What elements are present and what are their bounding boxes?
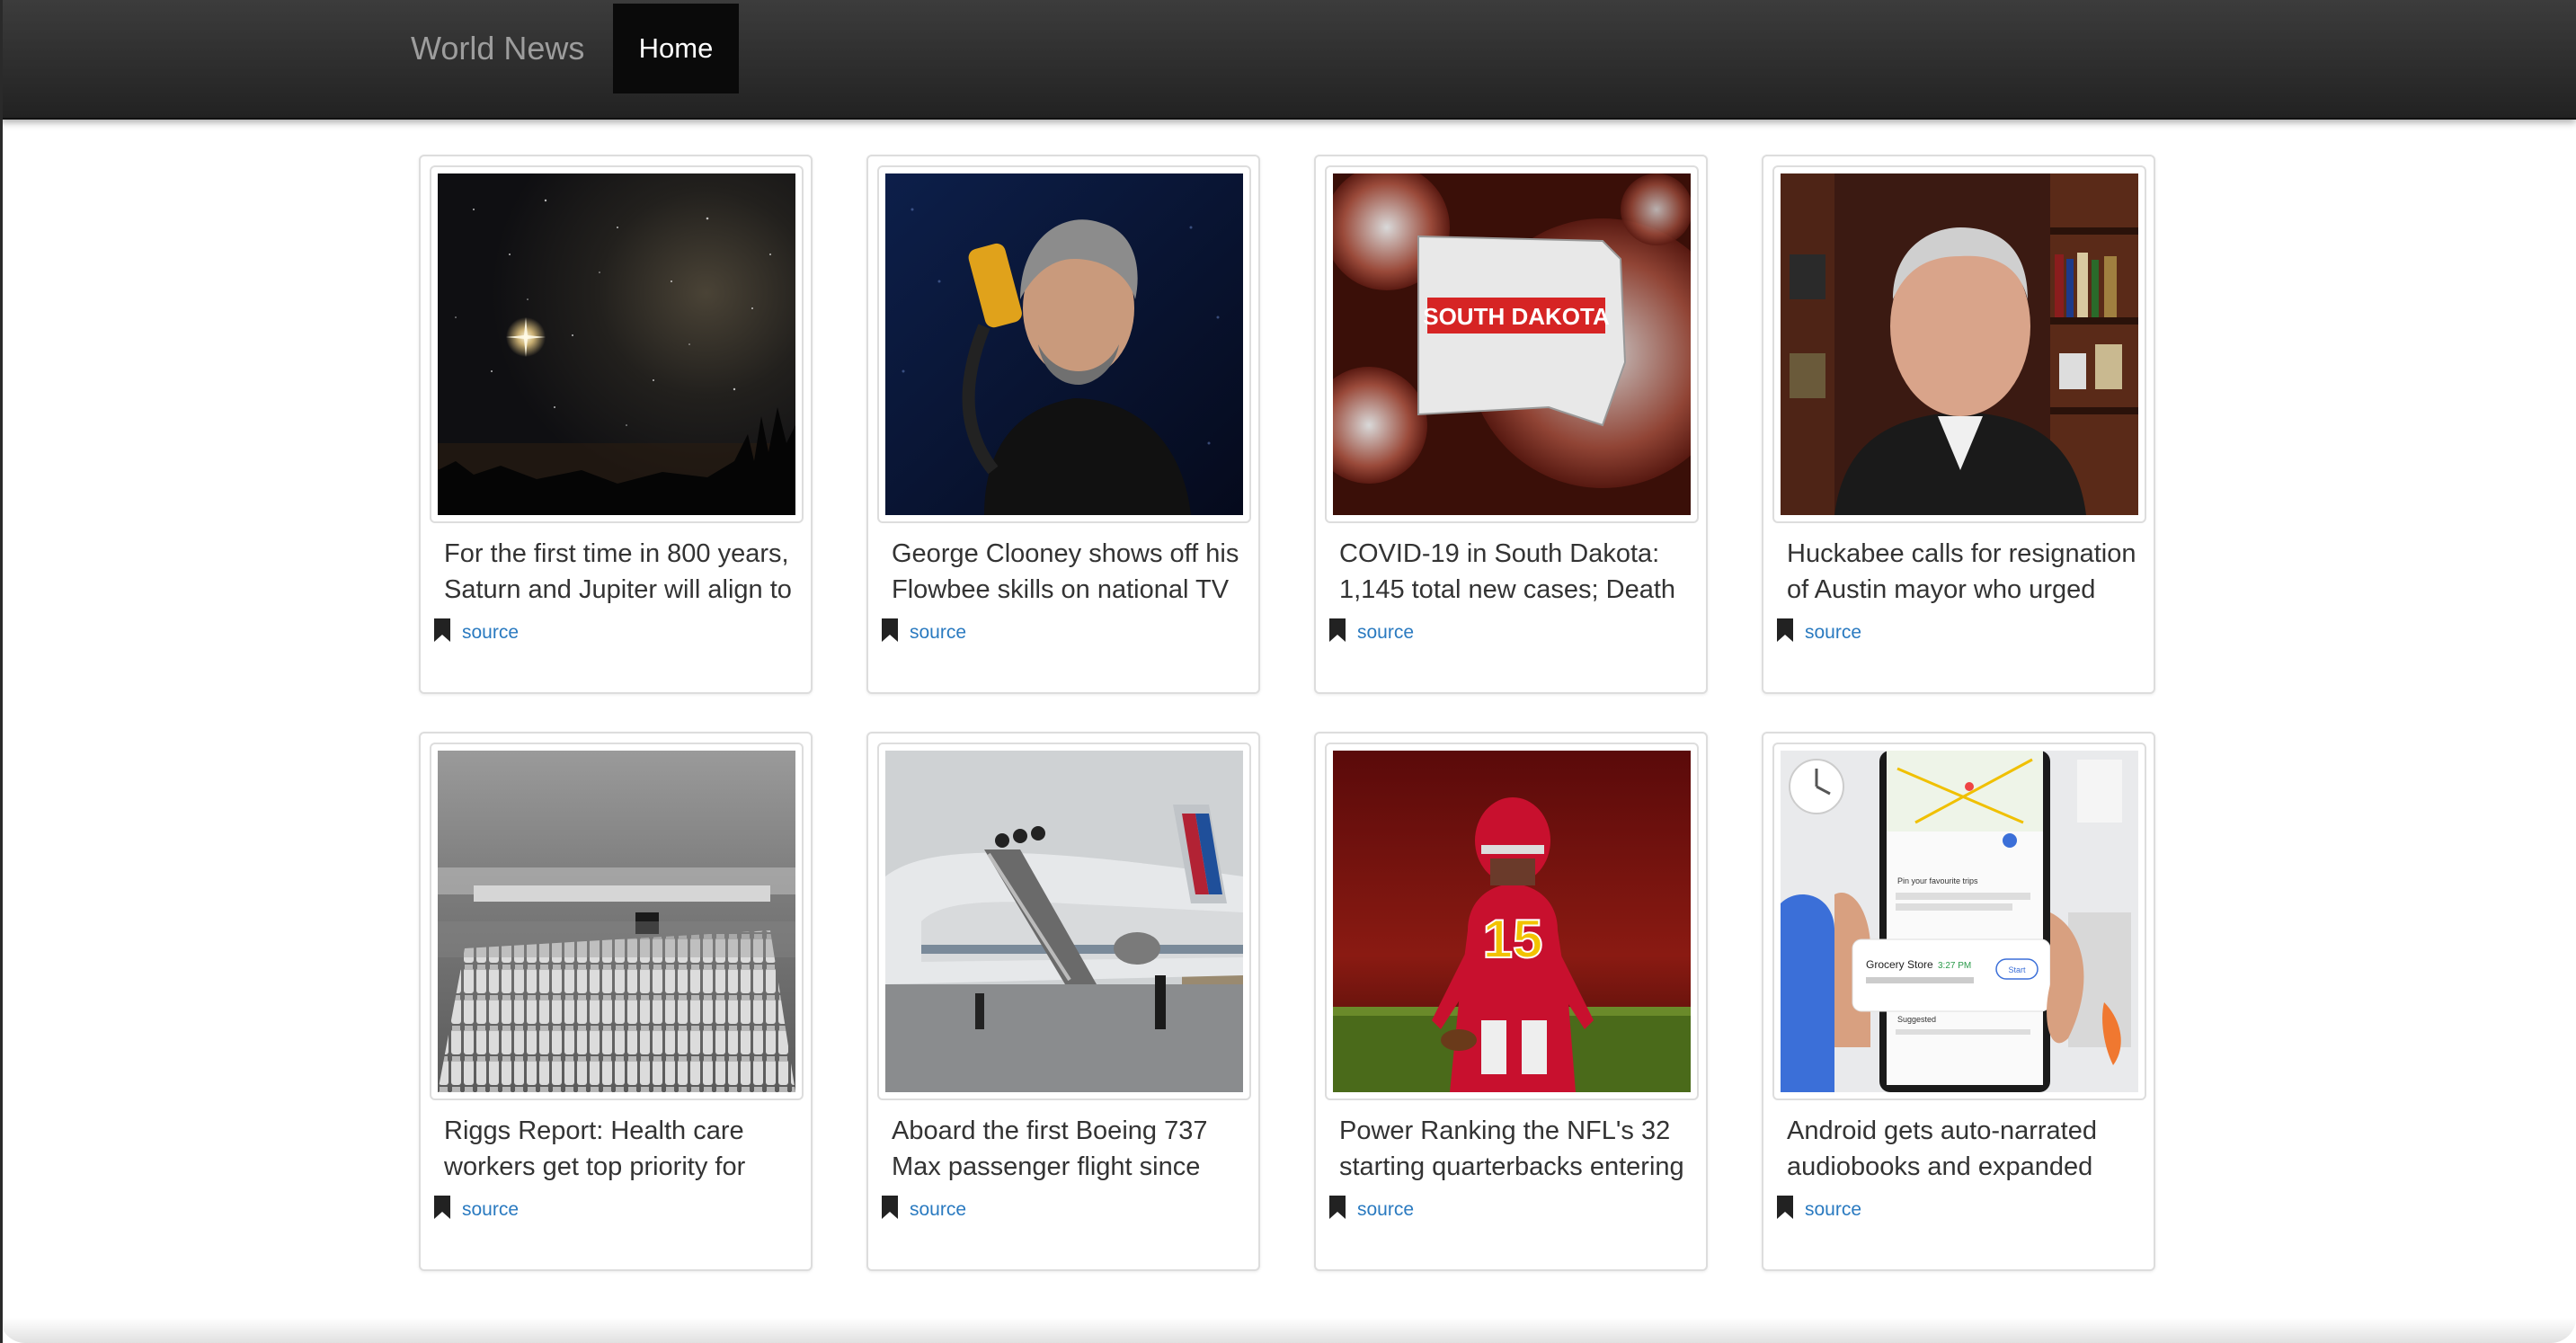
news-card: Pin your favourite trips Grocery Store 3… — [1762, 732, 2155, 1271]
source-row: source — [433, 1194, 519, 1221]
thumbnail-frame — [877, 743, 1251, 1100]
map-suggested-text: Suggested — [1897, 1015, 1936, 1024]
south-dakota-covid-image[interactable]: SOUTH DAKOTA — [1333, 173, 1691, 515]
top-navbar: World News Home — [0, 0, 2576, 120]
night-sky-image[interactable] — [438, 173, 795, 515]
news-card: For the first time in 800 years, Saturn … — [419, 155, 813, 694]
source-link[interactable]: source — [1805, 622, 1861, 644]
boeing-737-image[interactable] — [885, 751, 1243, 1092]
map-destination-text: Grocery Store — [1866, 958, 1933, 971]
thumbnail-frame — [430, 743, 804, 1100]
nav-home-tab[interactable]: Home — [613, 4, 739, 93]
george-clooney-image[interactable] — [885, 173, 1243, 515]
article-headline: Aboard the first Boeing 737 Max passenge… — [892, 1116, 1208, 1181]
window-edge — [0, 0, 3, 1343]
bookmark-icon — [1328, 618, 1346, 643]
news-card: 15 Power Ranking the NFL's 32 starting q… — [1314, 732, 1708, 1271]
source-link[interactable]: source — [1357, 1199, 1414, 1221]
source-row: source — [433, 617, 519, 644]
bookmark-icon — [433, 618, 451, 643]
map-card-title: Pin your favourite trips — [1897, 876, 1978, 885]
source-row: source — [1776, 1194, 1861, 1221]
source-link[interactable]: source — [1357, 622, 1414, 644]
news-card: Aboard the first Boeing 737 Max passenge… — [866, 732, 1260, 1271]
source-link[interactable]: source — [910, 622, 966, 644]
nfl-quarterback-image[interactable]: 15 — [1333, 751, 1691, 1092]
article-headline: Power Ranking the NFL's 32 starting quar… — [1339, 1116, 1684, 1181]
news-card: George Clooney shows off his Flowbee ski… — [866, 155, 1260, 694]
svg-text:15: 15 — [1483, 909, 1543, 969]
source-row: source — [881, 617, 966, 644]
bottom-shadow — [0, 1318, 2576, 1343]
map-eta-text: 3:27 PM — [1938, 961, 1971, 971]
article-headline: COVID-19 in South Dakota: 1,145 total ne… — [1339, 539, 1676, 604]
bookmark-icon — [881, 1195, 899, 1220]
article-headline: Riggs Report: Health care workers get to… — [444, 1116, 746, 1181]
source-row: source — [1776, 617, 1861, 644]
map-start-text: Start — [2008, 965, 2026, 974]
source-row: source — [881, 1194, 966, 1221]
article-headline: George Clooney shows off his Flowbee ski… — [892, 539, 1239, 604]
bookmark-icon — [1776, 1195, 1794, 1220]
news-card: Riggs Report: Health care workers get to… — [419, 732, 813, 1271]
bookmark-icon — [881, 618, 899, 643]
news-card: Huckabee calls for resignation of Austin… — [1762, 155, 2155, 694]
source-link[interactable]: source — [1805, 1199, 1861, 1221]
source-row: source — [1328, 1194, 1414, 1221]
bookmark-icon — [1776, 618, 1794, 643]
source-link[interactable]: source — [462, 1199, 519, 1221]
source-link[interactable]: source — [910, 1199, 966, 1221]
news-card: SOUTH DAKOTA COVID-19 in South Dakota: 1… — [1314, 155, 1708, 694]
image-caption-text: SOUTH DAKOTA — [1423, 303, 1610, 330]
huckabee-image[interactable] — [1781, 173, 2138, 515]
source-link[interactable]: source — [462, 622, 519, 644]
thumbnail-frame: SOUTH DAKOTA — [1325, 165, 1699, 523]
android-maps-image[interactable]: Pin your favourite trips Grocery Store 3… — [1781, 751, 2138, 1092]
thumbnail-frame: 15 — [1325, 743, 1699, 1100]
article-headline: Huckabee calls for resignation of Austin… — [1787, 539, 2136, 604]
article-headline: For the first time in 800 years, Saturn … — [444, 539, 792, 604]
bookmark-icon — [433, 1195, 451, 1220]
source-row: source — [1328, 617, 1414, 644]
thumbnail-frame — [877, 165, 1251, 523]
thumbnail-frame — [430, 165, 804, 523]
news-grid: For the first time in 800 years, Saturn … — [419, 155, 2155, 1271]
thumbnail-frame — [1772, 165, 2146, 523]
brand-link[interactable]: World News — [411, 0, 584, 97]
vaccine-vials-image[interactable] — [438, 751, 795, 1092]
thumbnail-frame: Pin your favourite trips Grocery Store 3… — [1772, 743, 2146, 1100]
article-headline: Android gets auto-narrated audiobooks an… — [1787, 1116, 2097, 1181]
bookmark-icon — [1328, 1195, 1346, 1220]
